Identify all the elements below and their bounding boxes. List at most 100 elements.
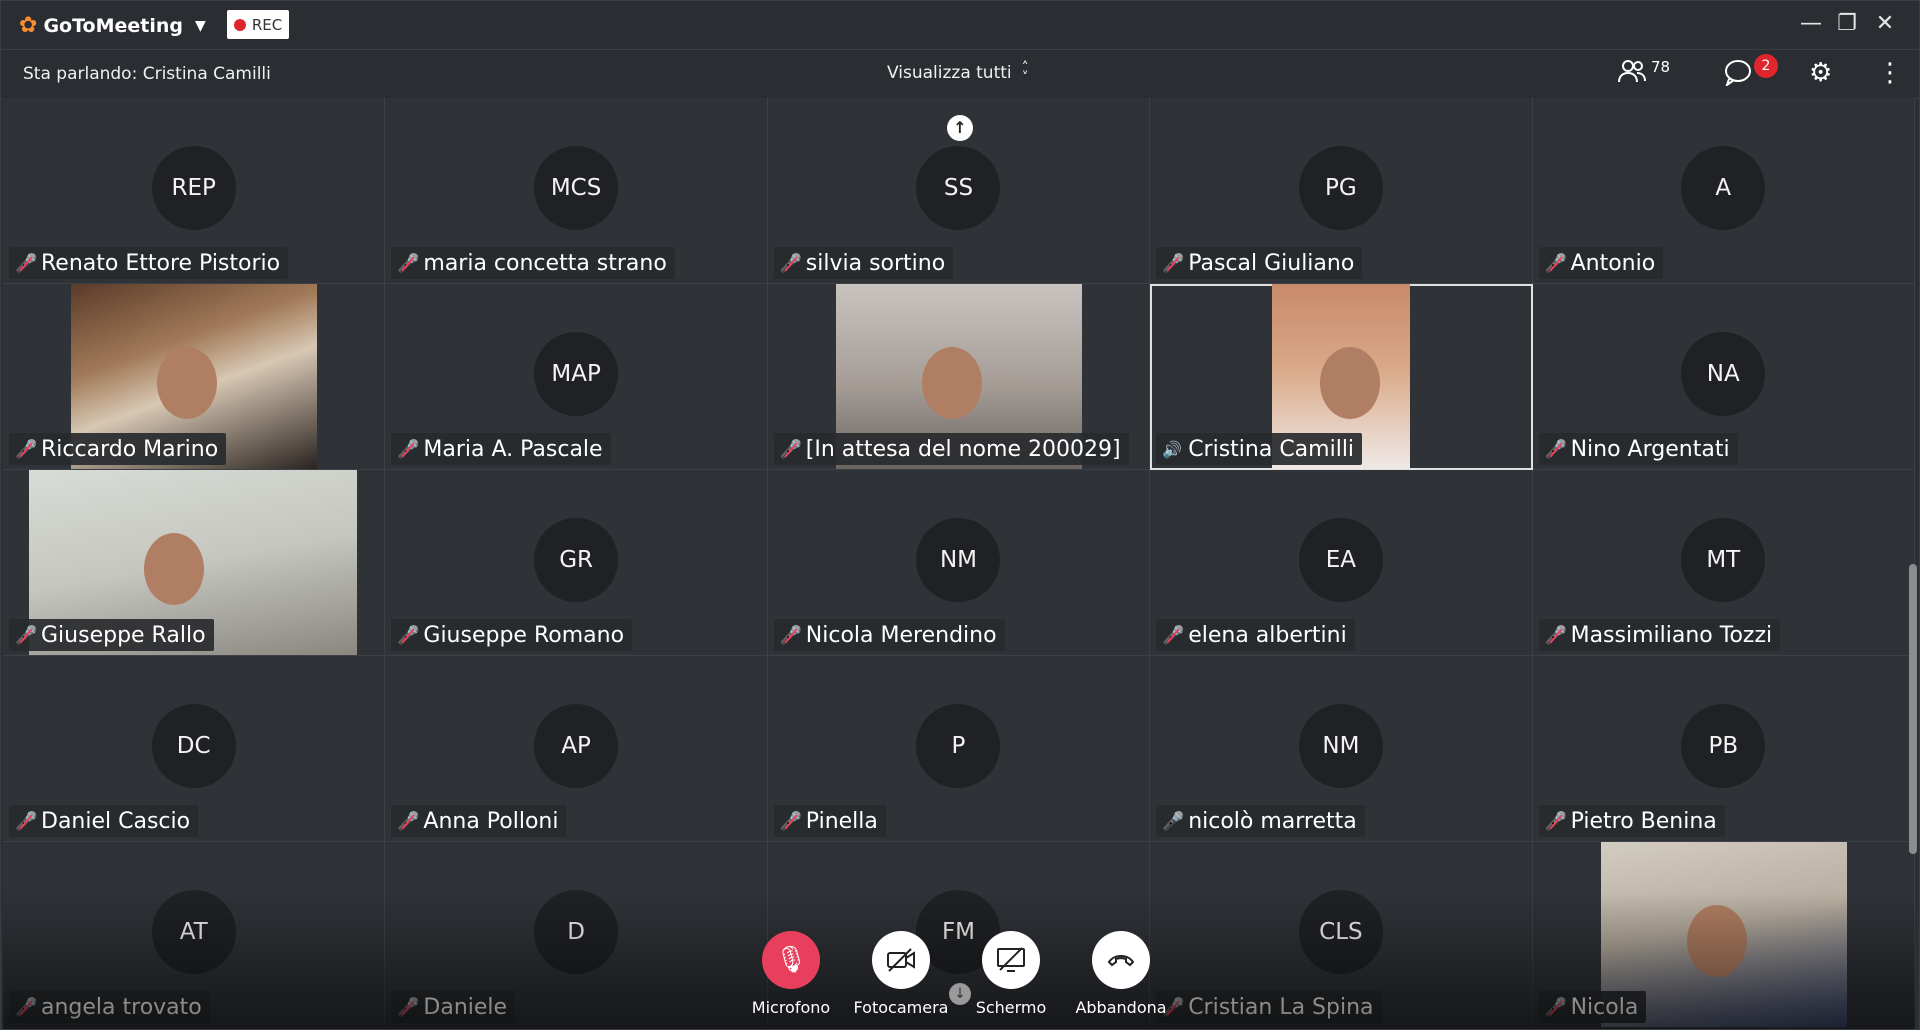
participant-tile[interactable]: MT 🎤 Massimiliano Tozzi: [1532, 470, 1915, 656]
participant-nameplate: 🎤 [In attesa del nome 200029]: [773, 433, 1129, 465]
participant-tile[interactable]: GR 🎤 Giuseppe Romano: [385, 470, 768, 656]
more-options-icon[interactable]: ⋮: [1877, 58, 1903, 88]
participant-tile[interactable]: REP 🎤 Renato Ettore Pistorio: [3, 98, 386, 284]
participant-nameplate: 🎤 Nicola Merendino: [773, 619, 1005, 651]
participant-tile[interactable]: NA 🎤 Nino Argentati: [1532, 284, 1915, 470]
gotomeeting-flower-icon: ✿: [19, 13, 38, 38]
app-logo-menu[interactable]: ✿ GoToMeeting ▼: [19, 13, 206, 38]
participant-nameplate: 🎤 Anna Polloni: [391, 805, 567, 837]
participant-tile[interactable]: MAP 🎤 Maria A. Pascale: [385, 284, 768, 470]
mic-on-icon: 🎤: [1162, 810, 1185, 832]
participant-name: elena albertini: [1188, 622, 1347, 648]
rec-label: REC: [251, 15, 283, 34]
mic-muted-icon: 🎤: [15, 624, 38, 646]
participant-name: Massimiliano Tozzi: [1570, 622, 1773, 648]
participant-avatar: NA: [1681, 332, 1766, 416]
participant-name: Pietro Benina: [1570, 808, 1717, 834]
participant-avatar: GR: [534, 518, 619, 602]
participant-name: Daniel Cascio: [41, 808, 191, 834]
participant-avatar: PG: [1298, 146, 1383, 230]
participant-nameplate: 🎤 maria concetta strano: [391, 247, 675, 279]
hang-up-icon: [1092, 931, 1150, 989]
participant-tile[interactable]: P 🎤 Pinella: [767, 656, 1151, 842]
participant-name: Giuseppe Rallo: [41, 622, 206, 648]
record-dot-icon: [233, 18, 246, 31]
participant-avatar: MCS: [534, 146, 619, 230]
participant-nameplate: 🎤 Pietro Benina: [1538, 805, 1725, 837]
participant-tile[interactable]: AP 🎤 Anna Polloni: [385, 656, 768, 842]
mic-muted-icon: 🎤: [1544, 810, 1568, 832]
participants-icon[interactable]: [1617, 58, 1647, 93]
gotomeeting-window: ✿ GoToMeeting ▼ REC — ❐ ✕ Sta parlando: …: [0, 0, 1920, 1030]
participant-nameplate: 🎤 Maria A. Pascale: [391, 433, 611, 465]
sort-arrows-icon: ˄ ˅: [1021, 60, 1029, 86]
participant-avatar: REP: [151, 146, 236, 230]
camera-off-icon: [872, 931, 930, 989]
close-button[interactable]: ✕: [1867, 9, 1903, 39]
participant-avatar: EA: [1298, 518, 1383, 602]
participant-name: Riccardo Marino: [41, 436, 219, 462]
participant-nameplate: 🎤 Giuseppe Romano: [391, 619, 633, 651]
participant-nameplate: 🎤 nicolò marretta: [1156, 805, 1365, 837]
participant-name: Nino Argentati: [1570, 436, 1730, 462]
minimize-button[interactable]: —: [1793, 9, 1829, 39]
participant-name: Antonio: [1570, 250, 1656, 276]
participant-tile[interactable]: PB 🎤 Pietro Benina: [1532, 656, 1915, 842]
participant-avatar: MAP: [534, 332, 619, 416]
participant-tile[interactable]: 🎤 Giuseppe Rallo: [3, 470, 386, 656]
participant-nameplate: 🎤 Daniel Cascio: [9, 805, 199, 837]
participant-tile[interactable]: A 🎤 Antonio: [1532, 98, 1915, 284]
participant-tile[interactable]: EA 🎤 elena albertini: [1150, 470, 1533, 656]
mic-muted-icon: 🎤: [1544, 252, 1568, 274]
mic-muted-icon: 🎤: [15, 252, 38, 274]
mic-muted-icon: 🎤: [397, 252, 420, 274]
camera-button[interactable]: Fotocamera: [841, 931, 961, 1017]
view-mode-selector[interactable]: Visualizza tutti ˄ ˅: [887, 60, 1029, 86]
participant-name: Nicola Merendino: [805, 622, 997, 648]
participant-tile[interactable]: 🎤 [In attesa del nome 200029]: [767, 284, 1151, 470]
gear-icon[interactable]: ⚙: [1809, 58, 1832, 88]
participant-tile[interactable]: DC 🎤 Daniel Cascio: [3, 656, 386, 842]
screen-share-button[interactable]: Schermo: [951, 931, 1071, 1017]
participant-nameplate: 🔊 Cristina Camilli: [1156, 433, 1363, 465]
participant-grid: REP 🎤 Renato Ettore Pistorio MCS 🎤 maria conc…: [3, 98, 1915, 1028]
mic-muted-icon: 🎤: [1544, 624, 1568, 646]
participant-name: Cristina Camilli: [1188, 436, 1355, 462]
participant-tile[interactable]: 🔊 Cristina Camilli: [1150, 284, 1533, 470]
meeting-toolbar: Sta parlando: Cristina Camilli Visualizz…: [1, 50, 1919, 99]
microphone-muted-icon: 🎙: [762, 931, 820, 989]
participant-avatar: A: [1681, 146, 1766, 230]
participant-tile[interactable]: 🎤 Riccardo Marino: [3, 284, 386, 470]
active-speaker-label: Sta parlando: Cristina Camilli: [23, 64, 271, 84]
scroll-up-icon[interactable]: ↑: [947, 115, 973, 141]
participant-nameplate: 🎤 Nino Argentati: [1538, 433, 1738, 465]
participant-avatar: NM: [916, 518, 1001, 602]
microphone-button[interactable]: 🎙 Microfono: [731, 931, 851, 1017]
participant-nameplate: 🎤 Giuseppe Rallo: [9, 619, 214, 651]
participant-nameplate: 🎤 elena albertini: [1156, 619, 1355, 651]
participant-tile[interactable]: PG 🎤 Pascal Giuliano: [1150, 98, 1533, 284]
person-silhouette: [143, 532, 204, 605]
participant-tile[interactable]: NM 🎤 Nicola Merendino: [767, 470, 1151, 656]
chat-icon[interactable]: [1723, 58, 1753, 93]
participant-nameplate: 🎤 Riccardo Marino: [9, 433, 227, 465]
restore-button[interactable]: ❐: [1829, 9, 1865, 39]
participant-name: silvia sortino: [805, 250, 946, 276]
grid-scrollbar[interactable]: [1909, 564, 1917, 854]
participant-name: Giuseppe Romano: [423, 622, 625, 648]
view-mode-label: Visualizza tutti: [887, 63, 1012, 83]
scroll-down-icon[interactable]: ↓: [949, 983, 971, 1005]
participant-tile[interactable]: MCS 🎤 maria concetta strano: [385, 98, 768, 284]
participant-tile[interactable]: NM 🎤 nicolò marretta: [1150, 656, 1533, 842]
participants-count: 78: [1651, 58, 1671, 76]
app-name: GoToMeeting: [43, 14, 183, 37]
recording-indicator[interactable]: REC: [227, 10, 289, 39]
leave-button[interactable]: Abbandona: [1061, 931, 1181, 1017]
person-silhouette: [1320, 346, 1381, 419]
leave-label: Abbandona: [1075, 998, 1167, 1017]
mic-muted-icon: 🎤: [779, 438, 803, 460]
chat-unread-badge: 2: [1754, 54, 1778, 78]
meeting-controls: 🎙 Microfono Fotocamera Schermo Abbandona: [1, 931, 1919, 1021]
participant-name: Pinella: [805, 808, 878, 834]
participant-name: nicolò marretta: [1188, 808, 1357, 834]
